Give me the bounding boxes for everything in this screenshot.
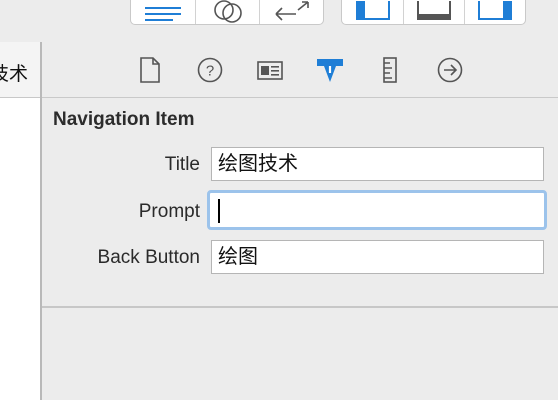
section-title: Navigation Item [53,109,195,130]
editor-version-icon [274,1,309,21]
tab-attributes-inspector[interactable] [312,52,348,88]
size-inspector-icon [383,57,397,83]
quick-help-icon: ? [197,57,223,83]
tab-file-inspector[interactable] [132,52,168,88]
assistant-editor-button[interactable] [195,0,259,24]
attributes-inspector-icon [317,59,343,82]
utilities-toggle-button[interactable] [464,0,525,24]
view-toggle-segmented-control [341,0,526,25]
tab-connections-inspector[interactable] [432,52,468,88]
identity-inspector-icon [257,61,283,80]
tab-size-inspector[interactable] [372,52,408,88]
svg-text:?: ? [206,63,214,80]
editor-standard-icon [145,7,181,21]
standard-editor-button[interactable] [131,0,195,24]
back-button-label: Back Button [97,247,200,268]
debug-area-toggle-icon [417,1,451,20]
editor-assistant-icon [213,0,242,23]
back-button-field[interactable]: 绘图 [211,240,544,274]
attributes-inspector: ? Navigation Item Title 绘图技术 Prompt Back… [42,42,558,400]
version-editor-button[interactable] [259,0,323,24]
file-inspector-icon [140,57,160,83]
tab-identity-inspector[interactable] [252,52,288,88]
debug-area-toggle-button[interactable] [403,0,464,24]
tab-quick-help[interactable]: ? [192,52,228,88]
navigator-header: 技术 [0,42,40,98]
title-field[interactable]: 绘图技术 [211,147,544,181]
toolbar [0,0,558,42]
inspector-tab-bar: ? [42,42,558,98]
title-label: Title [164,154,200,175]
prompt-field[interactable] [207,190,547,230]
prompt-label: Prompt [138,201,200,222]
section-divider [42,306,558,308]
navigator-header-label: 技术 [0,64,28,85]
editor-mode-segmented-control [130,0,324,25]
navigator-toggle-icon [355,1,390,20]
connections-inspector-icon [437,57,463,83]
navigator-pane: 技术 [0,42,40,400]
text-caret [218,198,220,223]
utilities-toggle-icon [478,1,512,20]
navigator-toggle-button[interactable] [342,0,403,24]
